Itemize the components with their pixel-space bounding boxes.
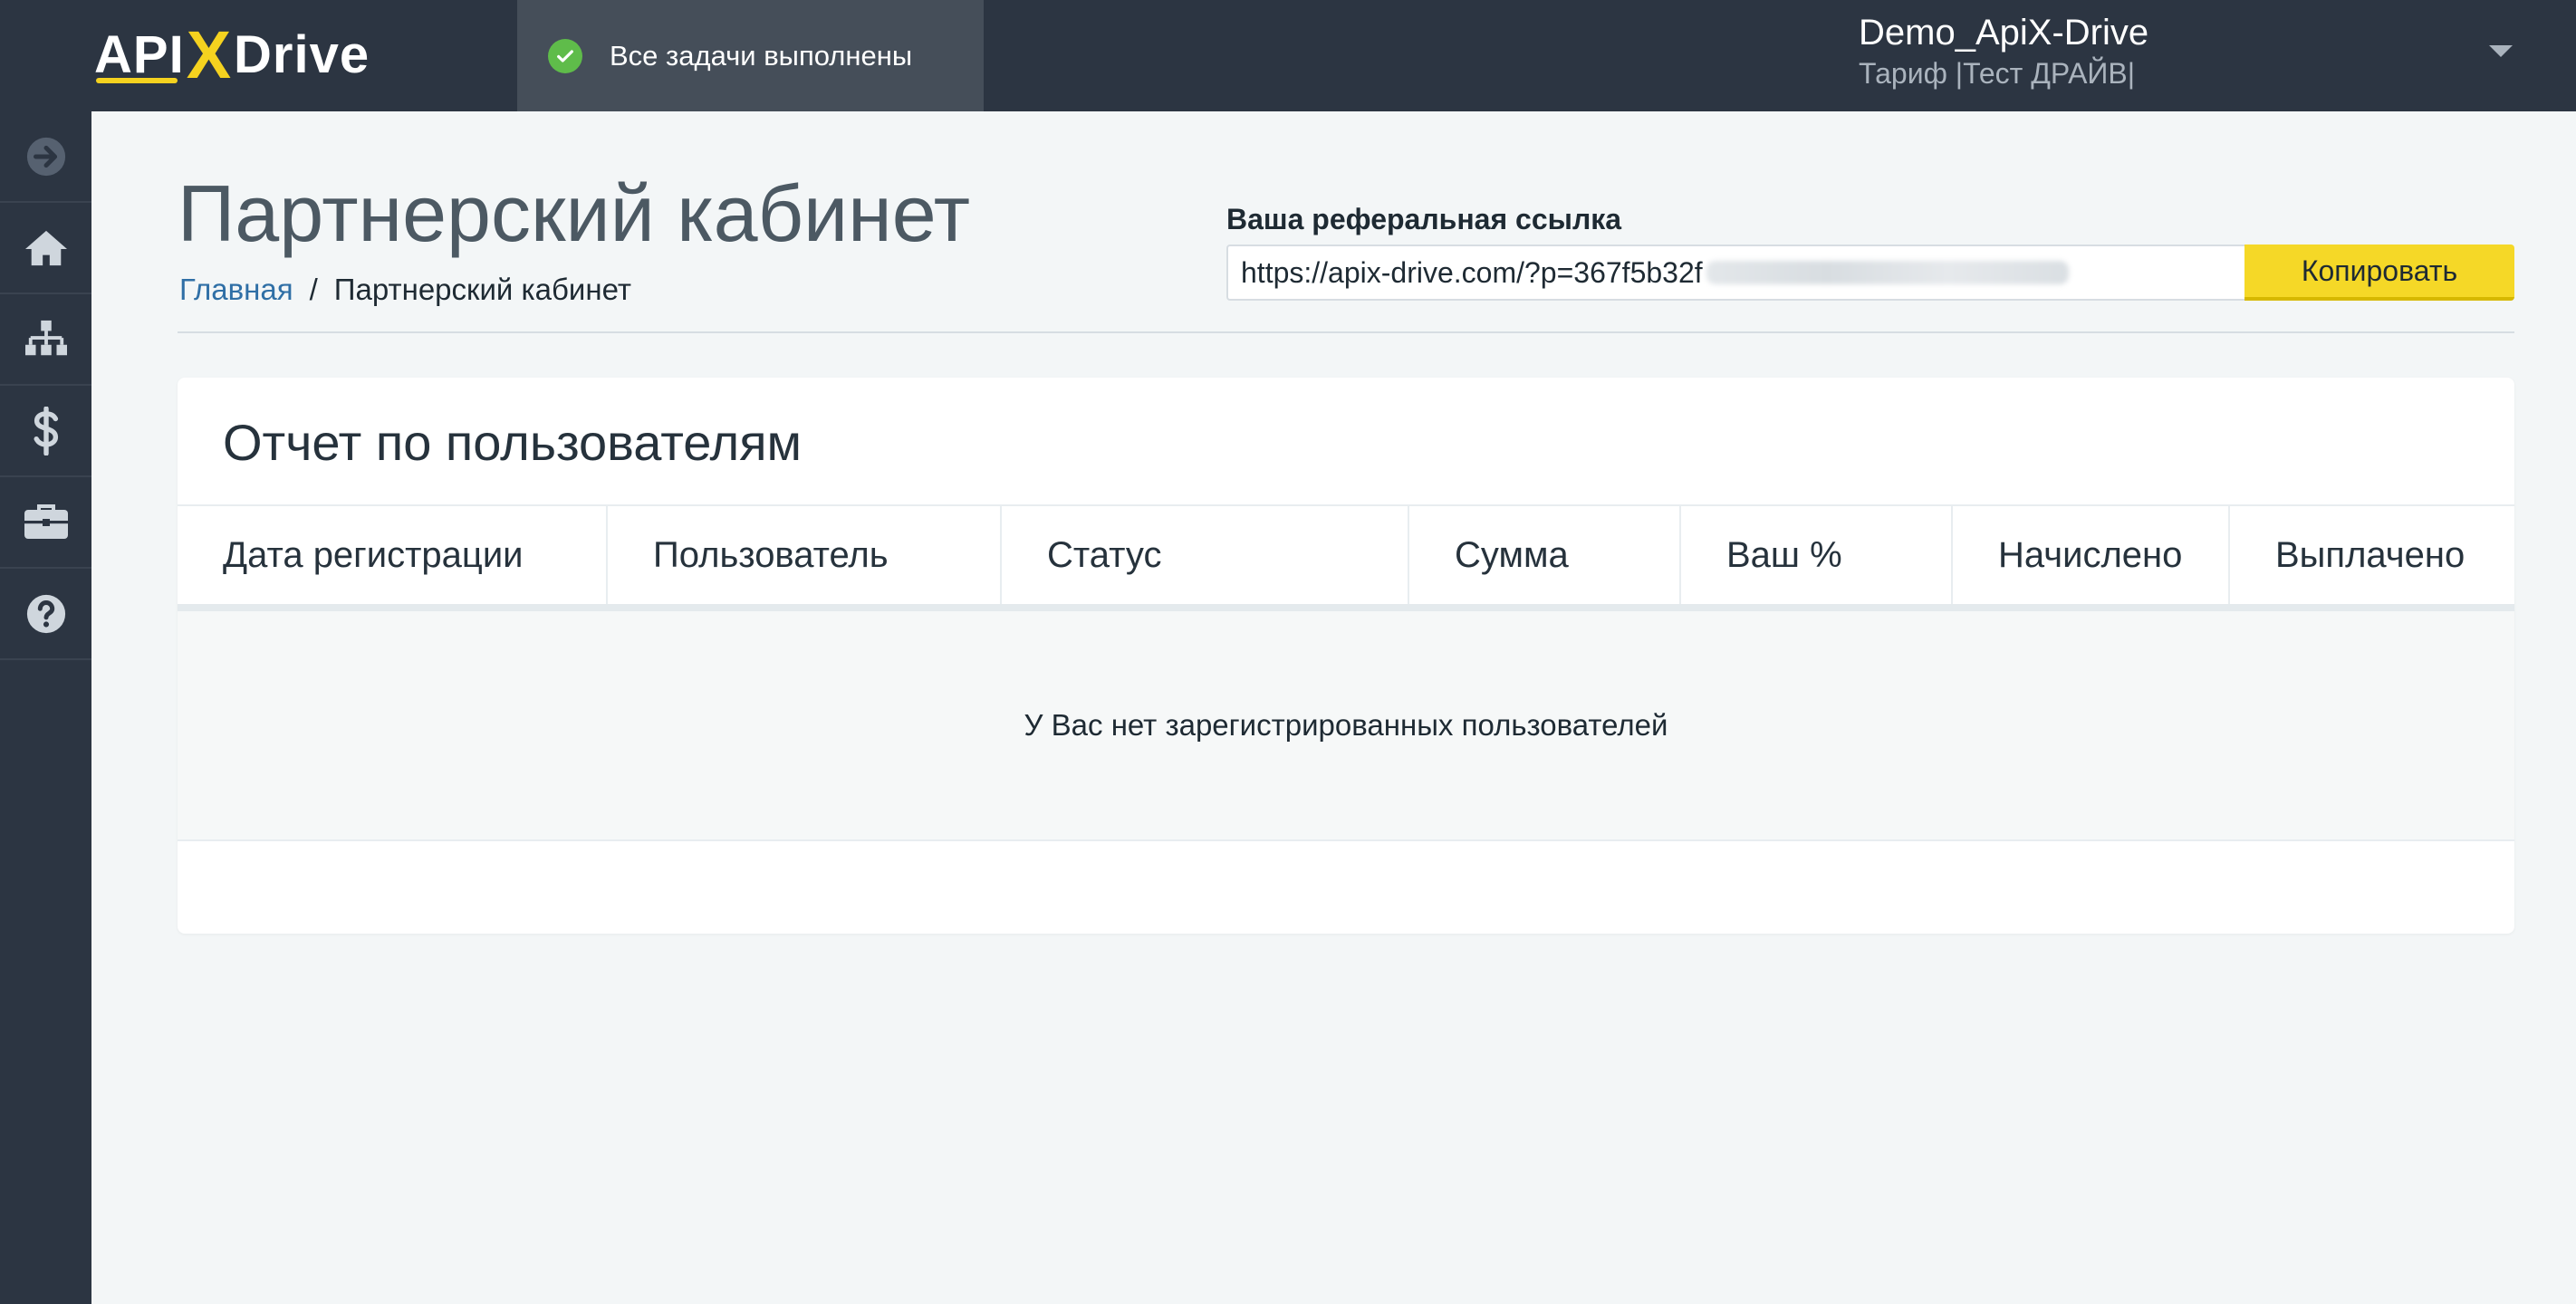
apix-drive-logo[interactable]: API X Drive xyxy=(94,16,370,92)
report-table-header: Дата регистрации Пользователь Статус Сум… xyxy=(178,504,2514,611)
sitemap-icon xyxy=(24,320,67,355)
sidebar-item-home[interactable] xyxy=(0,203,91,294)
sidebar-item-billing[interactable] xyxy=(0,386,91,477)
check-circle-icon xyxy=(548,38,582,73)
referral-link-label: Ваша реферальная ссылка xyxy=(1226,203,1622,235)
user-report-card: Отчет по пользователям Дата регистрации … xyxy=(178,378,2514,934)
sidebar-item-expand[interactable] xyxy=(0,111,91,203)
referral-link-blurred xyxy=(1706,261,2069,284)
account-plan: Тариф |Тест ДРАЙВ| xyxy=(1859,57,2136,90)
task-status-text: Все задачи выполнены xyxy=(610,39,913,72)
sidebar-item-connections[interactable] xyxy=(0,294,91,386)
sidebar xyxy=(0,111,91,1304)
sidebar-item-help[interactable] xyxy=(0,569,91,660)
dollar-icon xyxy=(34,406,58,455)
copy-button[interactable]: Копировать xyxy=(2244,244,2514,301)
column-status[interactable]: Статус xyxy=(1002,506,1409,604)
sidebar-item-partner[interactable] xyxy=(0,477,91,569)
logo-drive: Drive xyxy=(234,24,370,84)
breadcrumb-home-link[interactable]: Главная xyxy=(179,270,293,310)
top-bar: API X Drive Все задачи выполнены Demo_Ap… xyxy=(0,0,2576,111)
task-status-indicator[interactable]: Все задачи выполнены xyxy=(517,0,984,111)
question-circle-icon xyxy=(26,594,65,633)
chevron-down-icon[interactable] xyxy=(2489,45,2513,57)
header-divider xyxy=(178,331,2514,333)
account-name: Demo_ApiX-Drive xyxy=(1859,13,2149,53)
column-accrued[interactable]: Начислено xyxy=(1953,506,2230,604)
column-registration-date[interactable]: Дата регистрации xyxy=(178,506,608,604)
column-amount[interactable]: Сумма xyxy=(1409,506,1681,604)
logo-api: API xyxy=(94,24,185,84)
page-title: Партнерский кабинет xyxy=(178,168,971,258)
referral-link-field[interactable]: https://apix-drive.com/?p=367f5b32f xyxy=(1226,244,2244,301)
home-icon xyxy=(24,230,67,265)
breadcrumb-current: Партнерский кабинет xyxy=(333,273,631,306)
breadcrumb: Главная / Партнерский кабинет xyxy=(179,270,631,310)
arrow-right-circle-icon xyxy=(26,137,65,176)
empty-table-message: У Вас нет зарегистрированных пользовател… xyxy=(178,611,2514,841)
column-your-percent[interactable]: Ваш % xyxy=(1681,506,1953,604)
referral-link-value: https://apix-drive.com/?p=367f5b32f xyxy=(1241,255,1703,289)
account-menu[interactable]: Demo_ApiX-Drive Тариф |Тест ДРАЙВ| xyxy=(1859,11,2148,92)
column-paid[interactable]: Выплачено xyxy=(2230,506,2514,604)
logo-x: X xyxy=(186,16,233,92)
column-user[interactable]: Пользователь xyxy=(608,506,1002,604)
report-title: Отчет по пользователям xyxy=(223,414,803,471)
breadcrumb-separator: / xyxy=(309,273,318,306)
briefcase-icon xyxy=(24,503,68,539)
